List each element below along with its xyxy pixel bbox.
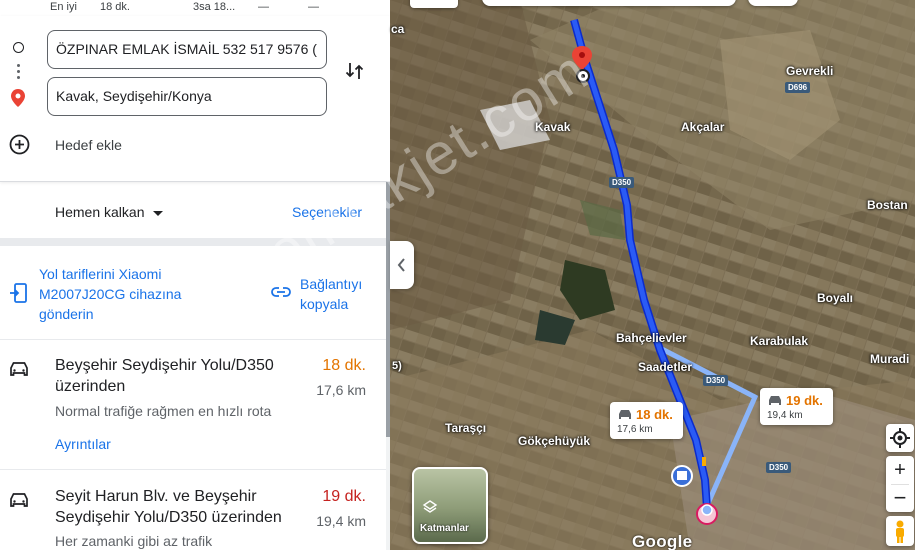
car-icon	[619, 410, 631, 419]
route-time: 19 dk.	[322, 488, 366, 505]
route-callout-1[interactable]: 18 dk. 17,6 km	[610, 402, 683, 439]
mode-best-label[interactable]: En iyi	[50, 1, 77, 13]
route-note: Normal trafiğe rağmen en hızlı rota	[55, 403, 272, 419]
place-label: Taraşçı	[445, 421, 487, 435]
link-icon[interactable]	[270, 284, 292, 300]
send-to-phone-icon[interactable]	[8, 282, 30, 304]
route-note: Her zamanki gibi az trafik	[55, 533, 213, 549]
add-circle-icon[interactable]	[9, 134, 30, 155]
origin-field[interactable]: ÖZPINAR EMLAK İSMAİL 532 517 9576 (	[47, 30, 327, 69]
zoom-in-button[interactable]: +	[886, 456, 914, 484]
layers-icon	[422, 500, 438, 513]
place-label: Muradi	[870, 352, 910, 366]
directions-panel: En iyi 18 dk. 3sa 18... — — ÖZPINAR EMLA…	[0, 0, 390, 550]
add-destination-label[interactable]: Hedef ekle	[55, 137, 122, 153]
travel-mode-row: En iyi 18 dk. 3sa 18... — —	[0, 0, 390, 16]
place-label: Karabulak	[750, 334, 809, 348]
route-callout-2[interactable]: 19 dk. 19,4 km	[760, 388, 833, 425]
callout-distance: 17,6 km	[617, 424, 653, 435]
place-label: Gökçehüyük	[518, 434, 591, 448]
details-link[interactable]: Ayrıntılar	[55, 436, 111, 452]
zoom-out-button[interactable]: −	[886, 485, 914, 512]
car-icon	[10, 493, 28, 507]
route-option-2[interactable]: Seyit Harun Blv. ve Beyşehir Seydişehir …	[0, 471, 386, 550]
mode-car-time[interactable]: 18 dk.	[100, 1, 130, 13]
collapse-panel-button[interactable]	[390, 241, 414, 289]
place-label: Bostan	[867, 198, 908, 212]
place-label: Gevrekli	[786, 64, 834, 78]
my-location-button[interactable]	[886, 424, 914, 452]
top-filter-chip[interactable]	[748, 0, 798, 6]
mode-bike-time[interactable]: —	[308, 1, 319, 13]
section-divider	[0, 238, 386, 246]
route-title: Beyşehir Seydişehir Yolu/D350 üzerinden	[55, 357, 274, 395]
road-shield: D696	[785, 82, 811, 93]
callout-time: 18 dk.	[636, 407, 673, 422]
road-shield: D350	[703, 375, 729, 386]
red-pin-icon	[11, 89, 25, 107]
mode-walk-time[interactable]: —	[258, 1, 269, 13]
place-label: Boyalı	[817, 291, 854, 305]
callout-distance: 19,4 km	[767, 410, 803, 421]
copy-link[interactable]: Bağlantıyı kopyala	[300, 274, 380, 314]
caret-down-icon	[152, 210, 163, 216]
layers-label: Katmanlar	[420, 523, 469, 534]
depart-time-label: Hemen kalkan	[55, 204, 145, 220]
route-inputs: ÖZPINAR EMLAK İSMAİL 532 517 9576 ( Kava…	[0, 16, 390, 182]
place-label: ca	[391, 22, 405, 36]
swap-vertical-icon[interactable]	[344, 60, 366, 82]
share-row: Yol tariflerini Xiaomi M2007J20CG cihazı…	[0, 246, 386, 340]
car-icon	[769, 396, 781, 405]
place-label: Kavak	[535, 120, 571, 134]
my-location-icon	[890, 428, 910, 448]
callout-time: 19 dk.	[786, 393, 823, 408]
place-label: Bahçelievler	[616, 331, 687, 345]
top-map-chip[interactable]	[410, 0, 458, 8]
options-link[interactable]: Seçenekler	[292, 204, 362, 220]
place-label: Akçalar	[681, 120, 725, 134]
pegman-button[interactable]	[886, 516, 914, 546]
road-shield: D350	[766, 462, 792, 473]
layers-button[interactable]: Katmanlar	[412, 467, 488, 544]
depart-time-dropdown[interactable]: Hemen kalkan	[55, 204, 163, 220]
route-distance: 19,4 km	[316, 513, 366, 529]
route-option-1[interactable]: Beyşehir Seydişehir Yolu/D350 üzerinden …	[0, 340, 386, 470]
destination-field[interactable]: Kavak, Seydişehir/Konya	[47, 77, 327, 116]
road-shield: D350	[609, 177, 635, 188]
circle-outline-icon	[13, 42, 24, 53]
road-label: 5)	[392, 360, 402, 372]
route-distance: 17,6 km	[316, 382, 366, 398]
send-to-device-link[interactable]: Yol tariflerini Xiaomi M2007J20CG cihazı…	[39, 264, 229, 324]
top-search-chip[interactable]	[482, 0, 736, 6]
vertical-dots-icon	[17, 64, 20, 82]
chevron-left-icon	[397, 258, 405, 272]
route-title: Seyit Harun Blv. ve Beyşehir Seydişehir …	[55, 488, 282, 526]
place-label: Saadetler	[638, 360, 693, 374]
mode-transit-time[interactable]: 3sa 18...	[193, 1, 235, 13]
google-logo: Google	[632, 532, 693, 550]
pegman-icon	[896, 520, 904, 543]
options-row: Hemen kalkan Seçenekler	[0, 182, 390, 238]
route-time: 18 dk.	[322, 357, 366, 374]
car-icon	[10, 362, 28, 376]
zoom-controls: + −	[886, 456, 914, 512]
